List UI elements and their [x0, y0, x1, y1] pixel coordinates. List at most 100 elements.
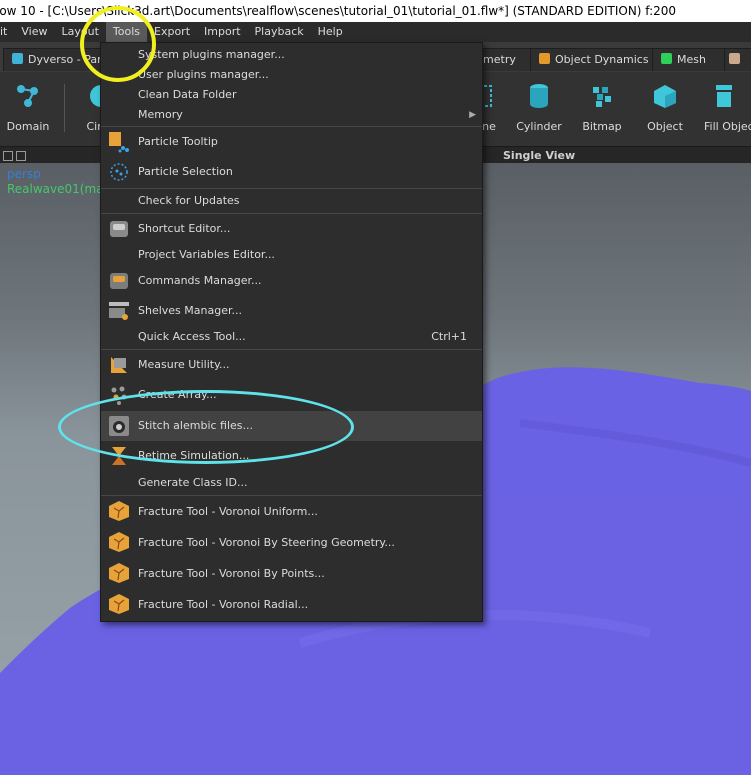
menu-playback[interactable]: Playback [248, 22, 311, 42]
stitch-alembic-icon [109, 416, 129, 436]
menu-item-create-array[interactable]: Create Array... [101, 380, 482, 410]
fill-object-label: Fill Object [704, 120, 751, 133]
mesh-icon [661, 53, 672, 64]
menu-import[interactable]: Import [197, 22, 248, 42]
window-title: low 10 - [C:\Users\Slick3d.art\Documents… [0, 4, 677, 18]
menu-item-commands-manager[interactable]: Commands Manager... [101, 266, 482, 296]
menu-item-label: Quick Access Tool... [138, 330, 246, 343]
menu-item-label: Stitch alembic files... [138, 419, 254, 432]
fracture-tool-icon [109, 563, 129, 583]
menu-item-project-variables-editor[interactable]: Project Variables Editor... [101, 244, 482, 266]
menu-layout[interactable]: Layout [54, 22, 105, 42]
shelves-manager-icon [109, 302, 129, 320]
menu-item-label: Project Variables Editor... [138, 248, 275, 261]
fracture-tool-icon [109, 532, 129, 552]
menu-item-label: Shortcut Editor... [138, 222, 231, 235]
object-name-label: Realwave01(ma [7, 182, 104, 196]
menu-item-fracture-voronoi-uniform[interactable]: Fracture Tool - Voronoi Uniform... [101, 496, 482, 527]
domain-icon [17, 85, 38, 107]
tab-mesh-label: Mesh [677, 53, 706, 66]
tab-dyverso-label: Dyverso - Parti [28, 53, 109, 66]
menu-item-label: Check for Updates [138, 194, 240, 207]
cylinder-tool[interactable]: Cylinder [504, 72, 574, 146]
tab-object-dynamics-label: Object Dynamics [555, 53, 649, 66]
menu-item-fracture-voronoi-radial[interactable]: Fracture Tool - Voronoi Radial... [101, 589, 482, 620]
hand-icon [729, 53, 740, 64]
shortcut-editor-icon [110, 221, 128, 237]
menu-item-fracture-voronoi-steering[interactable]: Fracture Tool - Voronoi By Steering Geom… [101, 527, 482, 558]
menu-item-retime-simulation[interactable]: Retime Simulation... [101, 441, 482, 471]
menu-item-label: Particle Selection [138, 165, 233, 178]
menu-item-user-plugins[interactable]: User plugins manager... [101, 65, 482, 85]
measure-utility-icon [111, 357, 127, 373]
tab-dyverso[interactable]: Dyverso - Parti [3, 48, 111, 71]
viewport-layout-icon[interactable] [16, 151, 26, 161]
menu-item-memory[interactable]: Memory ▶ [101, 105, 482, 125]
menu-item-fracture-voronoi-points[interactable]: Fracture Tool - Voronoi By Points... [101, 558, 482, 589]
menu-item-generate-class-id[interactable]: Generate Class ID... [101, 471, 482, 495]
menu-item-label: Fracture Tool - Voronoi By Steering Geom… [138, 536, 395, 549]
fracture-tool-icon [109, 594, 129, 614]
commands-manager-icon [110, 273, 128, 289]
viewport-title: Single View [503, 149, 576, 162]
submenu-arrow-icon: ▶ [469, 110, 476, 120]
fill-object-tool[interactable]: Fill Object [694, 72, 751, 146]
menu-item-measure-utility[interactable]: Measure Utility... [101, 350, 482, 380]
menu-item-system-plugins[interactable]: System plugins manager... [101, 45, 482, 65]
particle-tooltip-icon [109, 132, 129, 153]
tab-object-dynamics[interactable]: Object Dynamics [530, 48, 662, 71]
domain-label: Domain [6, 120, 50, 133]
menu-bar: it View Layout Tools Export Import Playb… [0, 22, 751, 42]
menu-item-label: Clean Data Folder [138, 88, 237, 101]
menu-item-stitch-alembic-files[interactable]: Stitch alembic files... [101, 411, 482, 441]
menu-item-label: Fracture Tool - Voronoi Radial... [138, 598, 309, 611]
menu-item-quick-access-tool[interactable]: Quick Access Tool... Ctrl+1 [101, 326, 482, 348]
menu-tools[interactable]: Tools [105, 22, 147, 42]
particle-selection-icon [110, 163, 128, 181]
menu-item-label: User plugins manager... [138, 68, 269, 81]
object-dynamics-icon [539, 53, 550, 64]
object-label: Object [647, 120, 683, 133]
menu-item-particle-tooltip[interactable]: Particle Tooltip [101, 127, 482, 157]
dyverso-icon [12, 53, 23, 64]
menu-item-particle-selection[interactable]: Particle Selection [101, 157, 482, 187]
menu-help[interactable]: Help [311, 22, 350, 42]
menu-item-shortcut: Ctrl+1 [431, 330, 467, 343]
menu-view[interactable]: View [14, 22, 54, 42]
menu-item-label: Memory [138, 108, 183, 121]
bitmap-label: Bitmap [582, 120, 622, 133]
object-icon [654, 85, 676, 108]
menu-item-label: Create Array... [138, 388, 217, 401]
viewport-maximize-icon[interactable] [3, 151, 13, 161]
cylinder-icon [530, 84, 548, 108]
menu-item-label: System plugins manager... [138, 48, 285, 61]
menu-item-label: Particle Tooltip [138, 135, 218, 148]
retime-simulation-icon [112, 447, 126, 465]
fracture-tool-icon [109, 501, 129, 521]
menu-item-clean-data-folder[interactable]: Clean Data Folder [101, 85, 482, 105]
menu-item-label: Fracture Tool - Voronoi Uniform... [138, 505, 318, 518]
menu-item-label: Shelves Manager... [138, 304, 242, 317]
menu-item-label: Measure Utility... [138, 358, 230, 371]
menu-item-label: Generate Class ID... [138, 476, 248, 489]
menu-item-label: Fracture Tool - Voronoi By Points... [138, 567, 325, 580]
menu-item-check-for-updates[interactable]: Check for Updates [101, 189, 482, 213]
tab-mesh[interactable]: Mesh [652, 48, 734, 71]
window-title-bar: low 10 - [C:\Users\Slick3d.art\Documents… [0, 0, 751, 22]
tab-more[interactable] [724, 48, 751, 71]
domain-tool[interactable]: Domain [0, 72, 63, 146]
bitmap-tool[interactable]: Bitmap [567, 72, 637, 146]
cylinder-label: Cylinder [516, 120, 562, 133]
menu-export[interactable]: Export [147, 22, 197, 42]
fill-object-icon [716, 85, 732, 107]
menu-item-label: Retime Simulation... [138, 449, 250, 462]
bitmap-icon [593, 87, 611, 107]
tools-menu: System plugins manager... User plugins m… [100, 42, 483, 622]
camera-label: persp [7, 167, 41, 181]
create-array-icon [111, 386, 127, 405]
menu-item-shortcut-editor[interactable]: Shortcut Editor... [101, 214, 482, 244]
object-tool[interactable]: Object [630, 72, 700, 146]
menu-edit[interactable]: it [0, 22, 14, 42]
menu-item-label: Commands Manager... [138, 274, 262, 287]
menu-item-shelves-manager[interactable]: Shelves Manager... [101, 296, 482, 326]
